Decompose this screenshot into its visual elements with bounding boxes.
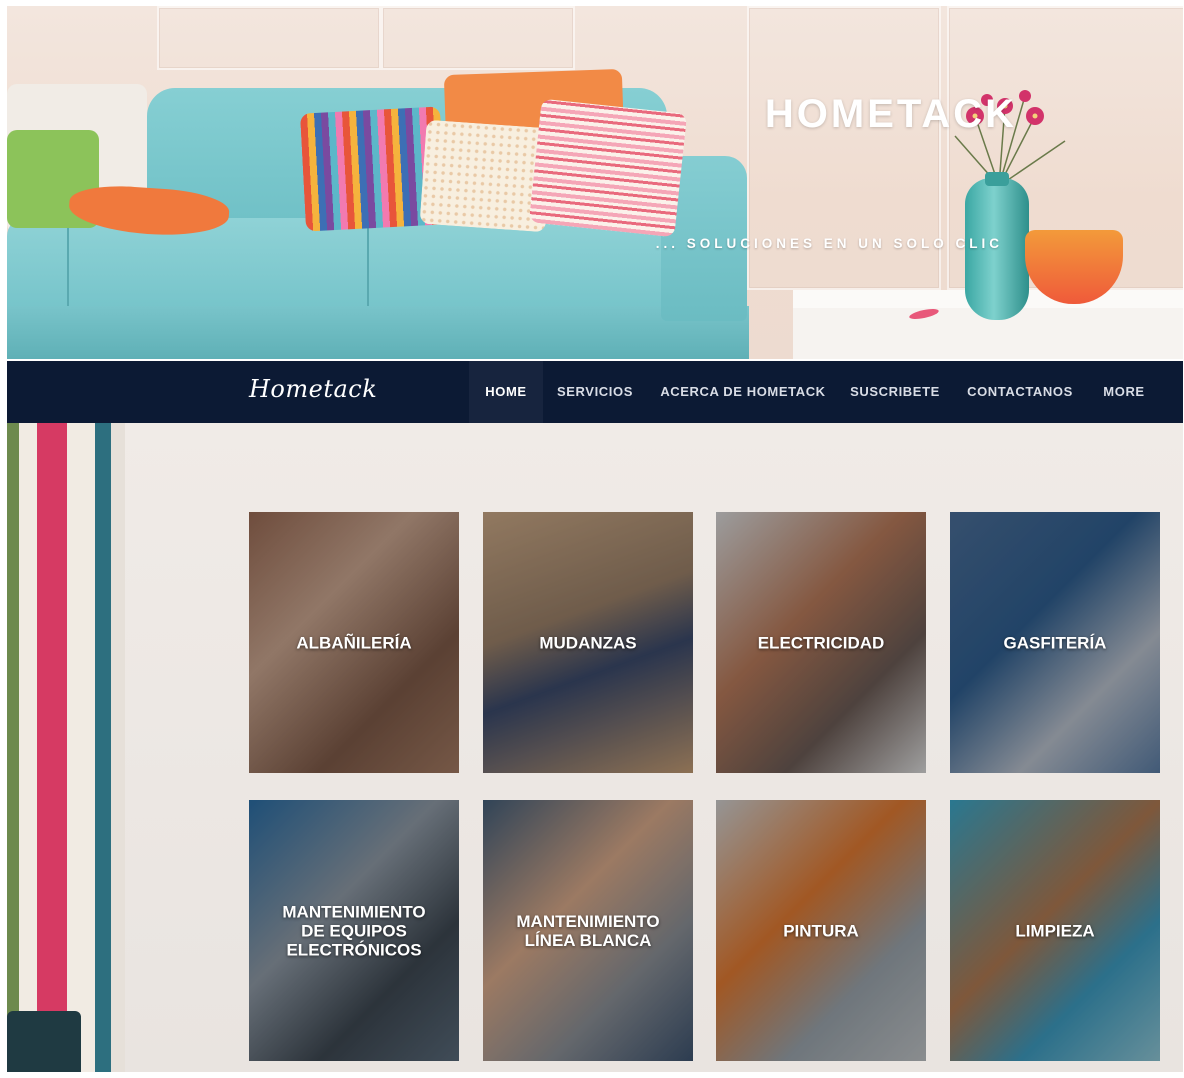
curtain-decoration bbox=[7, 423, 125, 1072]
nav-home[interactable]: HOME bbox=[469, 361, 543, 423]
hero-title: HOMETACK bbox=[764, 92, 1017, 136]
sofa-base bbox=[7, 306, 749, 359]
service-label: PINTURA bbox=[783, 921, 859, 940]
nav-acerca-de-hometack[interactable]: ACERCA DE HOMETACK bbox=[659, 361, 827, 423]
service-tile-albanileria[interactable]: ALBAÑILERÍA bbox=[249, 512, 459, 773]
nav-contactanos[interactable]: CONTACTANOS bbox=[963, 361, 1077, 423]
service-tile-mudanzas[interactable]: MUDANZAS bbox=[483, 512, 693, 773]
hero-subtitle: ... SOLUCIONES EN UN SOLO CLIC bbox=[655, 236, 1003, 251]
page: HOMETACK ... SOLUCIONES EN UN SOLO CLIC … bbox=[7, 6, 1183, 1072]
brand-logo[interactable]: Hometack bbox=[249, 375, 377, 403]
nav-more[interactable]: MORE bbox=[1097, 361, 1151, 423]
service-tile-gasfiteria[interactable]: GASFITERÍA bbox=[950, 512, 1160, 773]
service-label: ELECTRICIDAD bbox=[757, 633, 885, 652]
services-section: ALBAÑILERÍA MUDANZAS ELECTRICIDAD GASFIT… bbox=[7, 423, 1183, 1072]
service-label: MUDANZAS bbox=[539, 633, 637, 652]
service-tile-pintura[interactable]: PINTURA bbox=[716, 800, 926, 1061]
service-label: GASFITERÍA bbox=[1003, 633, 1107, 652]
service-label: ALBAÑILERÍA bbox=[296, 633, 412, 652]
nav-servicios[interactable]: SERVICIOS bbox=[549, 361, 641, 423]
service-tile-mantenimiento-equipos-electronicos[interactable]: MANTENIMIENTO DE EQUIPOS ELECTRÓNICOS bbox=[249, 800, 459, 1061]
service-label: MANTENIMIENTO LÍNEA BLANCA bbox=[516, 911, 660, 950]
service-label: MANTENIMIENTO DE EQUIPOS ELECTRÓNICOS bbox=[282, 902, 426, 959]
service-tile-electricidad[interactable]: ELECTRICIDAD bbox=[716, 512, 926, 773]
hero-banner: HOMETACK ... SOLUCIONES EN UN SOLO CLIC bbox=[7, 6, 1183, 359]
nav-suscribete[interactable]: SUSCRIBETE bbox=[845, 361, 945, 423]
service-tile-mantenimiento-linea-blanca[interactable]: MANTENIMIENTO LÍNEA BLANCA bbox=[483, 800, 693, 1061]
service-label: LIMPIEZA bbox=[1015, 921, 1095, 940]
wall-panel bbox=[157, 6, 381, 70]
service-tile-limpieza[interactable]: LIMPIEZA bbox=[950, 800, 1160, 1061]
chair-decoration bbox=[7, 1011, 81, 1072]
pillow bbox=[528, 98, 688, 238]
main-navbar: Hometack HOME SERVICIOS ACERCA DE HOMETA… bbox=[7, 361, 1183, 423]
wall-panel bbox=[381, 6, 575, 70]
